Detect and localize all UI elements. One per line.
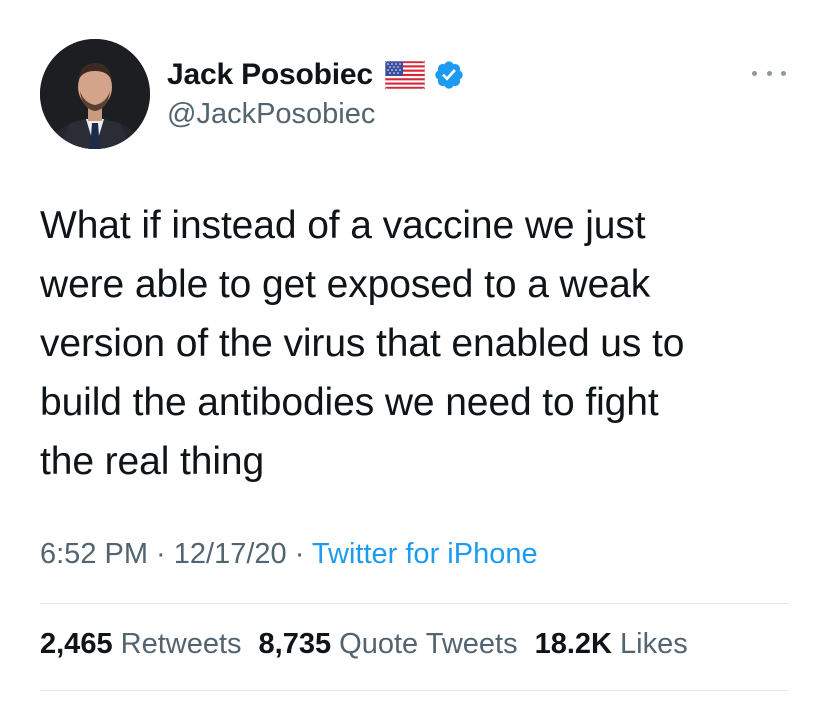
meta-separator: ·: [148, 538, 174, 570]
avatar[interactable]: [40, 39, 150, 149]
divider: [40, 603, 788, 604]
tweet: Jack Posobiec @JackPosobiec What if inst…: [0, 0, 828, 708]
author-name-row: Jack Posobiec: [167, 56, 465, 94]
likes-stat[interactable]: 18.2K Likes: [535, 628, 688, 661]
more-horizontal-icon-dot: [766, 70, 772, 76]
tweet-date[interactable]: 12/17/20: [174, 538, 287, 570]
tweet-time[interactable]: 6:52 PM: [40, 538, 148, 570]
more-horizontal-icon-dot: [781, 70, 786, 76]
retweets-stat[interactable]: 2,465 Retweets: [40, 628, 242, 661]
retweets-label: Retweets: [120, 628, 242, 660]
divider: [40, 690, 788, 691]
quote-tweets-stat[interactable]: 8,735 Quote Tweets: [259, 628, 518, 661]
tweet-meta: 6:52 PM · 12/17/20 · Twitter for iPhone: [40, 538, 538, 571]
display-name[interactable]: Jack Posobiec: [167, 58, 373, 92]
more-options-button[interactable]: [752, 64, 786, 82]
verified-badge-icon: [433, 59, 465, 91]
avatar-image: [40, 39, 150, 149]
quote-tweets-count: 8,735: [258, 628, 332, 660]
likes-count: 18.2K: [534, 628, 612, 660]
tweet-text: What if instead of a vaccine we just wer…: [40, 204, 685, 483]
tweet-source-link[interactable]: Twitter for iPhone: [312, 538, 538, 570]
us-flag-icon: [384, 60, 426, 90]
quote-tweets-label: Quote Tweets: [339, 628, 518, 660]
likes-label: Likes: [620, 628, 688, 660]
tweet-stats: 2,465 Retweets 8,735 Quote Tweets 18.2K …: [40, 628, 688, 661]
author-handle[interactable]: @JackPosobiec: [167, 98, 375, 131]
more-horizontal-icon: [752, 70, 757, 76]
meta-separator: ·: [286, 538, 312, 570]
retweets-count: 2,465: [40, 628, 113, 660]
